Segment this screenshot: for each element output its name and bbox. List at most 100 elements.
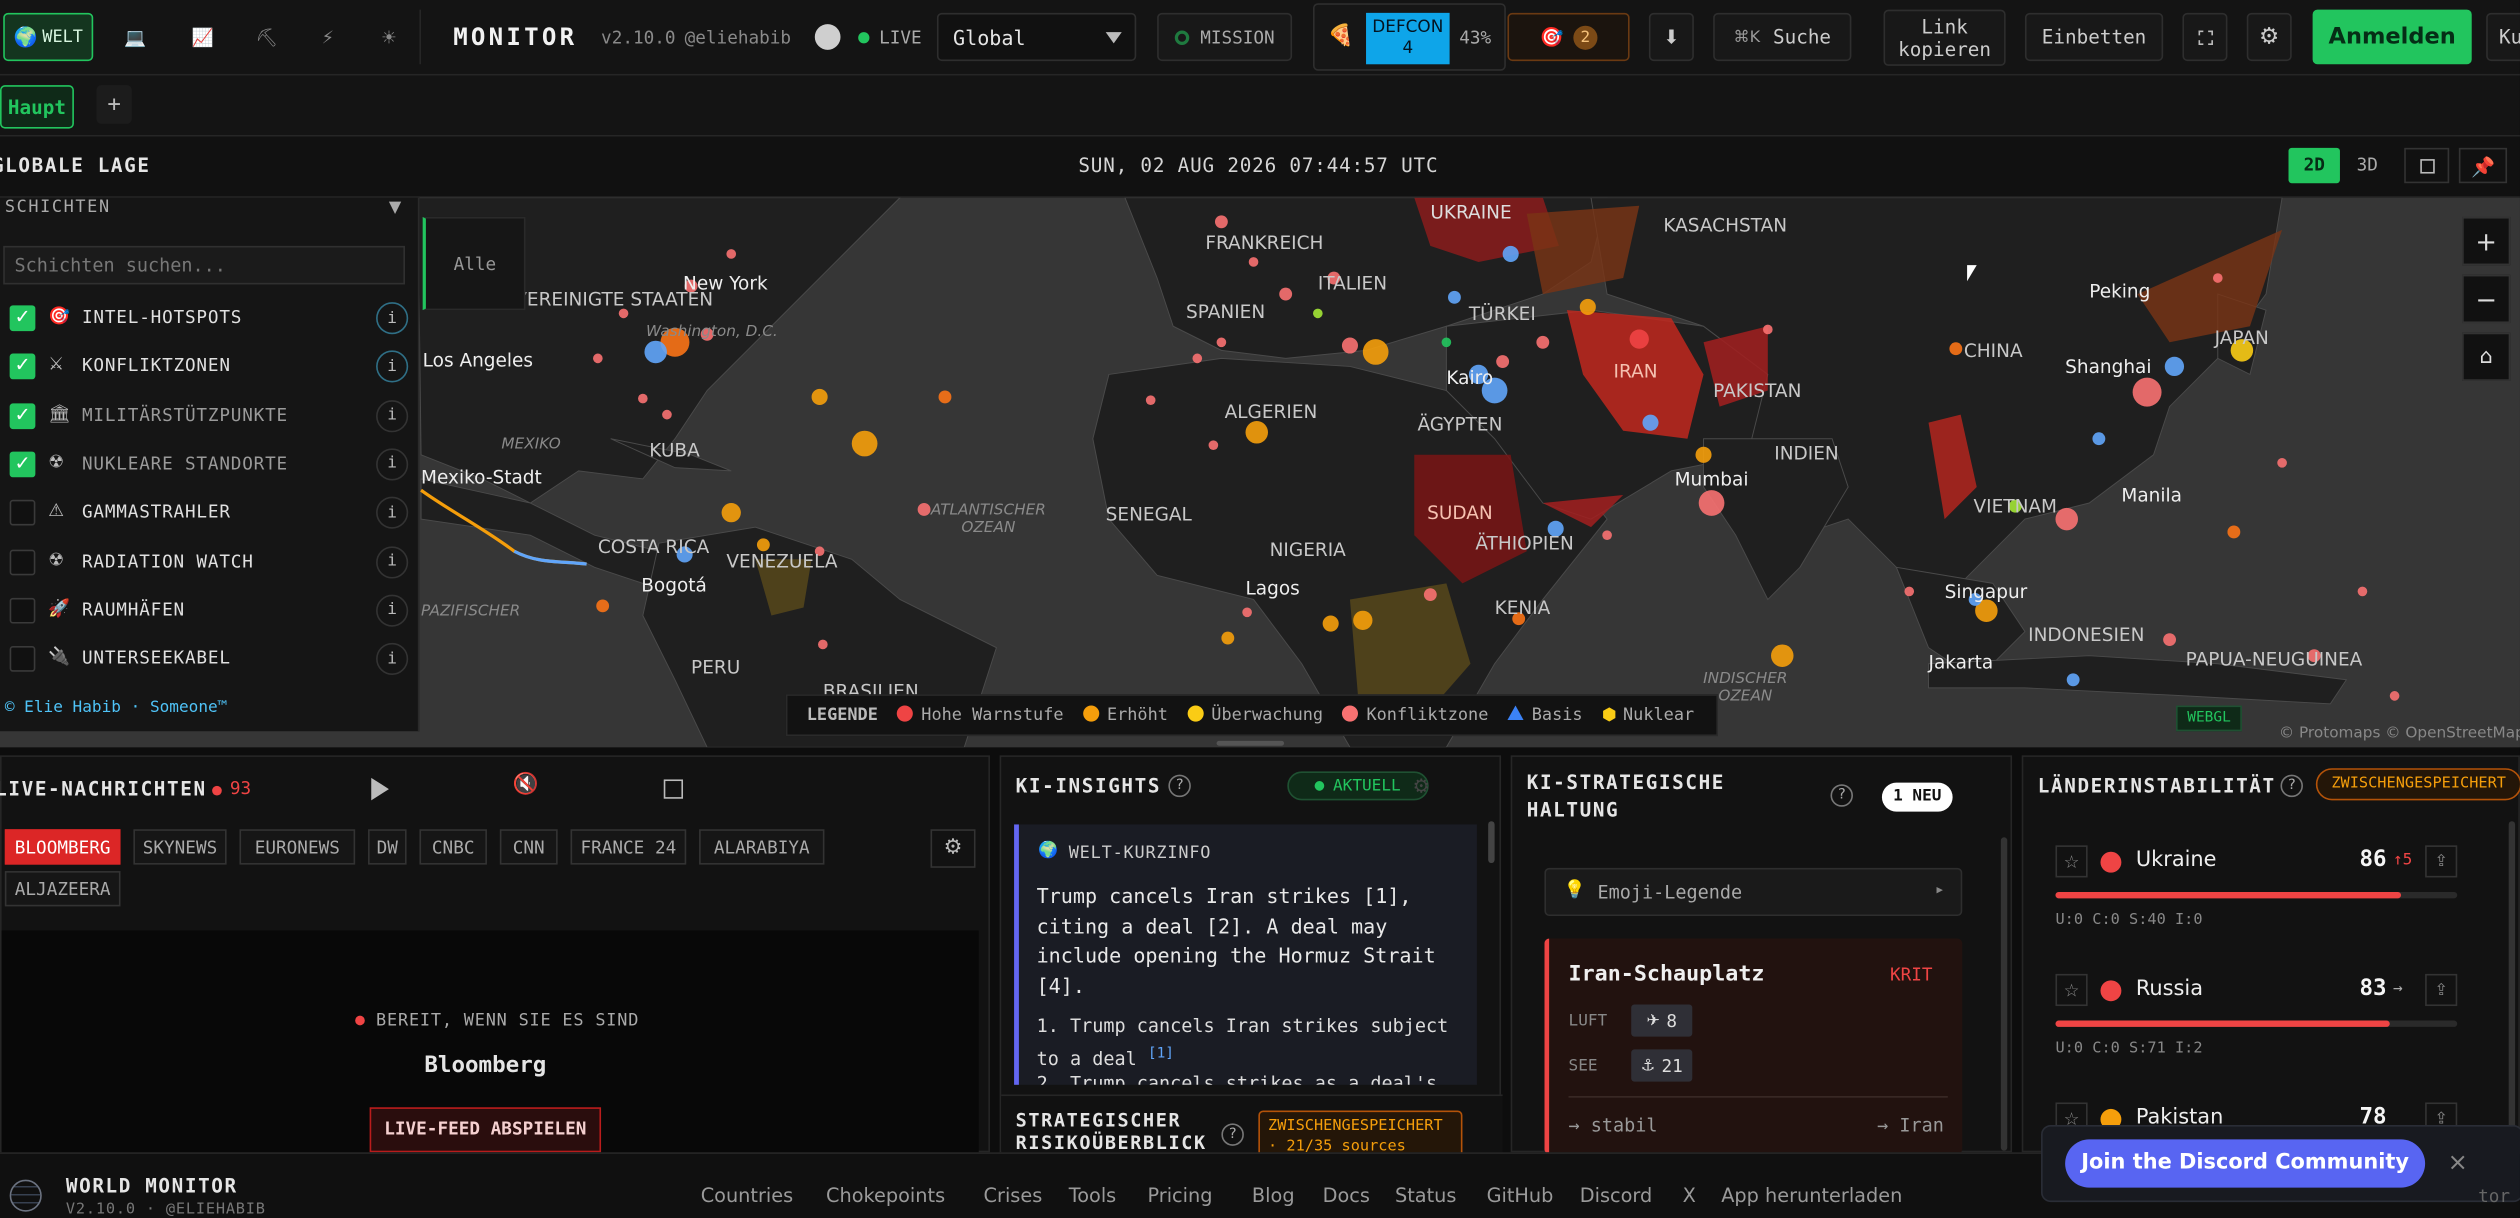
variant-tab-tech[interactable]: 💻 <box>112 13 157 61</box>
layer-row[interactable]: ☢ NUKLEARE STANDORTE i <box>0 440 419 488</box>
channel-tab[interactable]: CNN <box>499 829 558 865</box>
channel-tab[interactable]: ALJAZEERA <box>4 871 121 907</box>
info-icon[interactable]: i <box>376 496 409 530</box>
scrollbar[interactable] <box>2508 821 2516 1159</box>
footer-link-chokepoints[interactable]: Chokepoints <box>826 1184 945 1206</box>
hotspot-marker[interactable] <box>2277 458 2287 468</box>
layer-checkbox[interactable] <box>9 305 36 332</box>
layers-collapse-icon[interactable]: ▼ <box>389 199 401 217</box>
country-row[interactable]: ☆ Russia 83 → ⇪ U:0 C:0 S:71 I:2 <box>2055 973 2466 1070</box>
share-icon[interactable]: ⇪ <box>2425 845 2458 878</box>
hotspot-marker[interactable] <box>596 599 610 613</box>
footer-link-crises[interactable]: Crises <box>984 1184 1043 1206</box>
hotspot-marker[interactable] <box>2132 377 2162 407</box>
footer-link-discord[interactable]: Discord <box>1580 1184 1652 1206</box>
settings-button[interactable]: ⚙ <box>2246 12 2292 62</box>
hotspot-marker[interactable] <box>1192 353 1203 364</box>
hotspot-marker[interactable] <box>1362 339 1389 365</box>
hotspot-marker[interactable] <box>1322 615 1339 632</box>
hotspot-marker[interactable] <box>2164 356 2185 377</box>
hotspot-marker[interactable] <box>1313 308 1323 319</box>
help-icon[interactable]: ? <box>2280 774 2303 798</box>
hotspot-marker[interactable] <box>2227 525 2241 539</box>
hotspot-marker[interactable] <box>2163 633 2177 647</box>
close-icon[interactable]: × <box>2448 1147 2468 1176</box>
mode-2d-button[interactable]: 2D <box>2288 147 2340 184</box>
footer-link-blog[interactable]: Blog <box>1252 1184 1295 1206</box>
region-select[interactable]: Global <box>936 12 1137 62</box>
news-settings-button[interactable]: ⚙ <box>930 829 976 868</box>
overflow-button[interactable]: Ku <box>2486 12 2520 62</box>
mission-button[interactable]: MISSION <box>1157 12 1293 62</box>
mute-icon[interactable]: 🔇 <box>513 773 539 797</box>
hotspot-marker[interactable] <box>593 353 603 364</box>
country-row[interactable]: ☆ Ukraine 86 ↑5 ⇪ U:0 C:0 S:40 I:0 <box>2055 845 2466 941</box>
footer-link-x[interactable]: X <box>1683 1184 1696 1206</box>
hotspot-marker[interactable] <box>2092 432 2106 446</box>
hotspot-marker[interactable] <box>1602 530 1612 540</box>
hotspot-marker[interactable] <box>1242 607 1252 618</box>
variant-tab-world[interactable]: 🌍 WELT <box>3 12 94 62</box>
variant-tab-happy[interactable]: ☀ <box>366 13 411 61</box>
zoom-out-button[interactable]: − <box>2462 274 2511 324</box>
hotspot-marker[interactable] <box>1949 342 1963 356</box>
layer-checkbox[interactable] <box>9 354 36 380</box>
embed-button[interactable]: Einbetten <box>2024 12 2164 62</box>
layers-all-button[interactable]: Alle <box>422 216 526 311</box>
layer-checkbox[interactable] <box>9 402 36 429</box>
layer-row[interactable]: 🎯 INTEL-HOTSPOTS i <box>0 294 419 342</box>
layer-row[interactable]: ☢ RADIATION WATCH i <box>0 538 419 586</box>
share-icon[interactable]: ⇪ <box>2425 973 2458 1007</box>
hotspot-marker[interactable] <box>2055 507 2078 531</box>
layer-row[interactable]: ⚔ KONFLIKTZONEN i <box>0 343 419 391</box>
info-icon[interactable]: i <box>376 642 409 676</box>
expand-icon[interactable] <box>663 779 684 799</box>
hotspot-marker[interactable] <box>1642 414 1659 431</box>
hotspot-marker[interactable] <box>811 388 828 405</box>
hotspot-marker[interactable] <box>721 503 741 523</box>
channel-tab[interactable]: CNBC <box>419 829 487 865</box>
layer-checkbox[interactable] <box>9 597 36 624</box>
hotspot-marker[interactable] <box>2389 691 2400 701</box>
hotspot-marker[interactable] <box>1279 287 1293 301</box>
hotspot-marker[interactable] <box>1208 440 1219 450</box>
hotspot-marker[interactable] <box>851 430 878 457</box>
variant-tab-commodity[interactable]: ⛏ <box>244 13 289 61</box>
help-icon[interactable]: ? <box>1830 784 1853 807</box>
hotspot-marker[interactable] <box>1579 298 1596 315</box>
hotspot-marker[interactable] <box>1447 290 1461 304</box>
footer-link-pricing[interactable]: Pricing <box>1147 1184 1212 1206</box>
hotspot-marker[interactable] <box>1248 257 1259 267</box>
footer-link-docs[interactable]: Docs <box>1323 1184 1370 1206</box>
zoom-in-button[interactable]: + <box>2462 216 2511 266</box>
channel-tab[interactable]: SKYNEWS <box>133 829 227 865</box>
hotspot-marker[interactable] <box>644 340 667 364</box>
layer-checkbox[interactable] <box>9 500 36 526</box>
citation-link[interactable]: [1] <box>1148 1046 1174 1062</box>
footer-link-countries[interactable]: Countries <box>701 1184 793 1206</box>
sign-in-button[interactable]: Anmelden <box>2312 9 2472 65</box>
hotspot-marker[interactable] <box>726 249 737 259</box>
layer-checkbox[interactable] <box>9 548 36 575</box>
hotspot-marker[interactable] <box>1502 245 1519 262</box>
layer-row[interactable]: 🏛 MILITÄRSTÜTZPUNKTE i <box>0 391 419 439</box>
play-live-button[interactable]: LIVE-FEED ABSPIELEN <box>369 1107 602 1153</box>
help-icon[interactable]: ? <box>1168 774 1191 798</box>
footer-link-tools[interactable]: Tools <box>1069 1184 1117 1206</box>
footer-link-download[interactable]: App herunterladen <box>1721 1184 1902 1206</box>
layers-search-input[interactable]: Schichten suchen... <box>3 245 405 285</box>
info-icon[interactable]: i <box>376 545 409 578</box>
map-pin-button[interactable]: 📌 <box>2458 147 2508 184</box>
play-icon[interactable] <box>371 777 389 801</box>
layer-checkbox[interactable] <box>9 646 36 672</box>
hotspot-marker[interactable] <box>1536 335 1550 349</box>
layer-checkbox[interactable] <box>9 451 36 478</box>
map-fullscreen-button[interactable] <box>2404 147 2450 184</box>
hotspot-marker[interactable] <box>1629 329 1649 349</box>
hotspot-marker[interactable] <box>1762 324 1773 335</box>
defcon-widget[interactable]: 🍕 DEFCON 4 43% <box>1313 3 1506 71</box>
hotspot-marker[interactable] <box>1214 215 1228 229</box>
theater-card[interactable]: Iran-Schauplatz KRIT LUFT ✈ 8 SEE ⚓ 21 → s… <box>1544 938 1963 1154</box>
hotspot-marker[interactable] <box>1698 490 1725 516</box>
copy-link-button[interactable]: Link kopieren <box>1883 9 2006 66</box>
